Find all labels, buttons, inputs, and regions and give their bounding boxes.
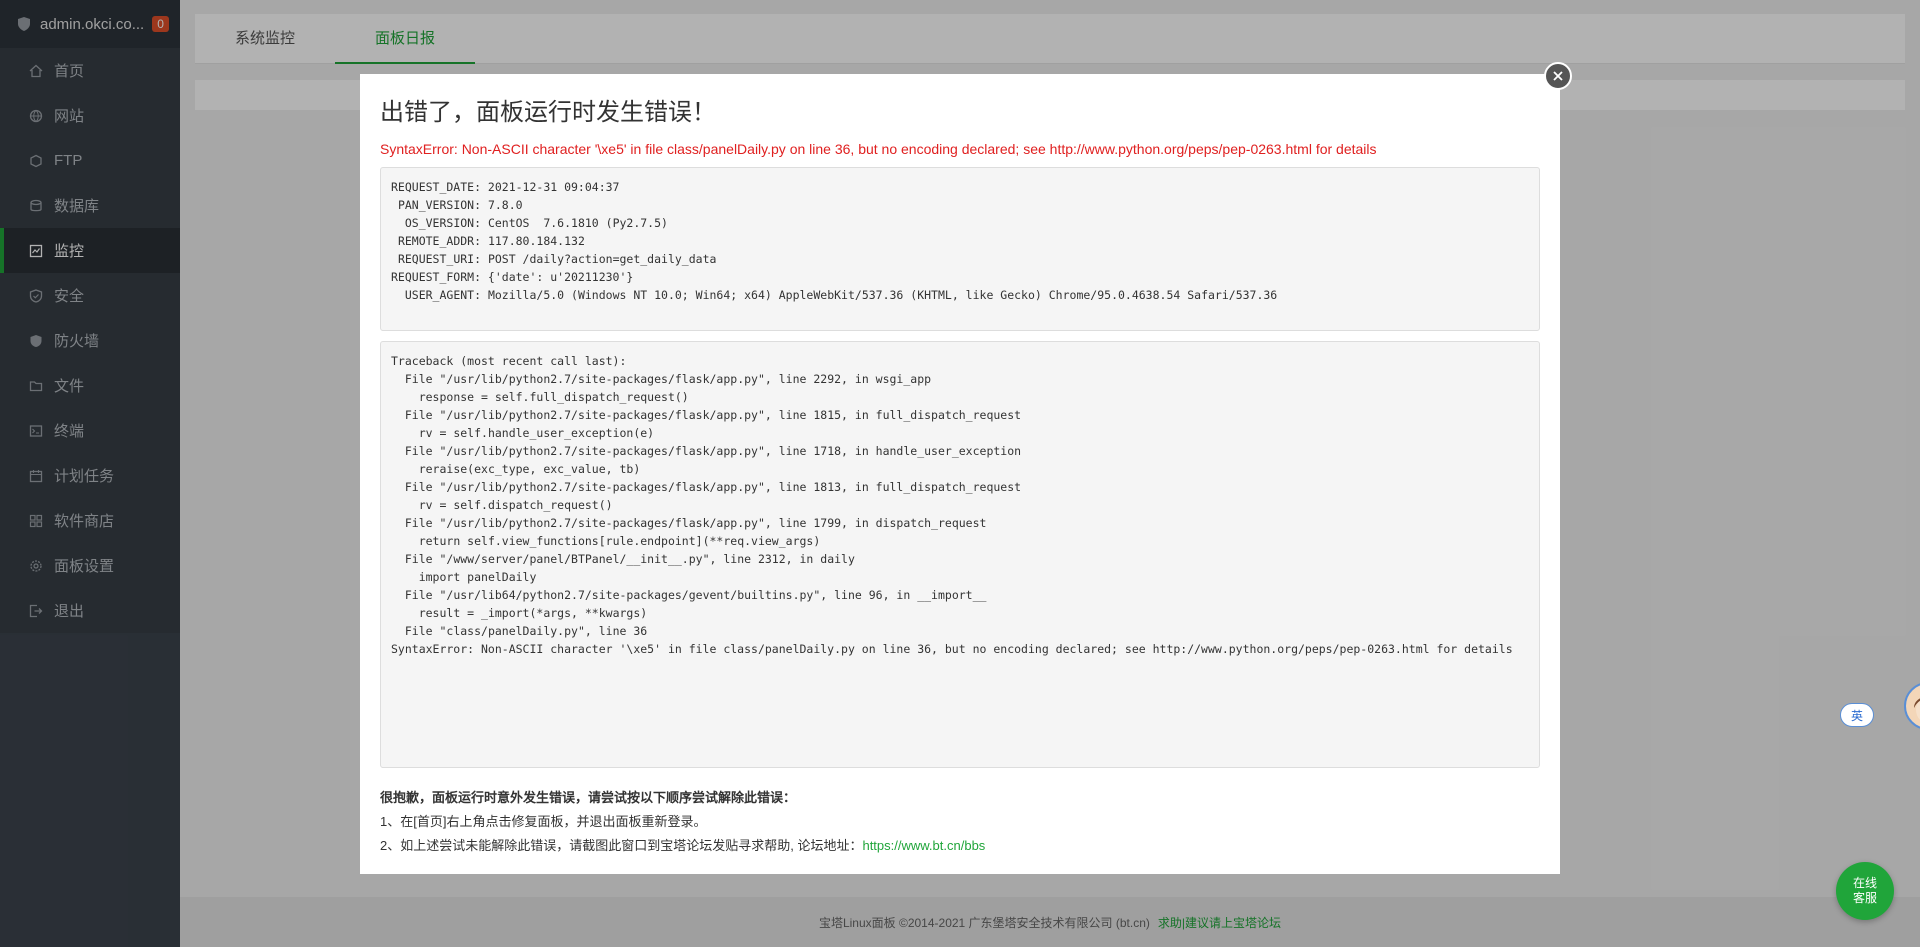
traceback-box: Traceback (most recent call last): File … xyxy=(380,341,1540,768)
help-note-2: 2、如上述尝试未能解除此错误，请截图此窗口到宝塔论坛发贴寻求帮助, 论坛地址：h… xyxy=(380,834,1540,858)
close-dialog-button[interactable] xyxy=(1544,62,1572,90)
chat-label-line1: 在线 xyxy=(1852,876,1877,890)
language-toggle[interactable]: 英 xyxy=(1840,703,1874,727)
help-note-2-text: 2、如上述尝试未能解除此错误，请截图此窗口到宝塔论坛发贴寻求帮助, 论坛地址： xyxy=(380,838,863,853)
help-note-1: 1、在[首页]右上角点击修复面板，并退出面板重新登录。 xyxy=(380,814,707,829)
error-dialog: 出错了，面板运行时发生错误！ SyntaxError: Non-ASCII ch… xyxy=(360,74,1560,874)
help-notes: 很抱歉，面板运行时意外发生错误，请尝试按以下顺序尝试解除此错误： 1、在[首页]… xyxy=(380,786,1540,858)
dialog-title: 出错了，面板运行时发生错误！ xyxy=(380,99,716,126)
help-notes-title: 很抱歉，面板运行时意外发生错误，请尝试按以下顺序尝试解除此错误： xyxy=(380,790,797,805)
close-icon xyxy=(1553,71,1563,81)
chat-label-line2: 客服 xyxy=(1852,891,1877,905)
error-message: SyntaxError: Non-ASCII character '\xe5' … xyxy=(380,141,1377,157)
request-info-box: REQUEST_DATE: 2021-12-31 09:04:37 PAN_VE… xyxy=(380,167,1540,331)
forum-url-link[interactable]: https://www.bt.cn/bbs xyxy=(862,838,985,853)
online-support-button[interactable]: 在线 客服 xyxy=(1836,862,1894,920)
